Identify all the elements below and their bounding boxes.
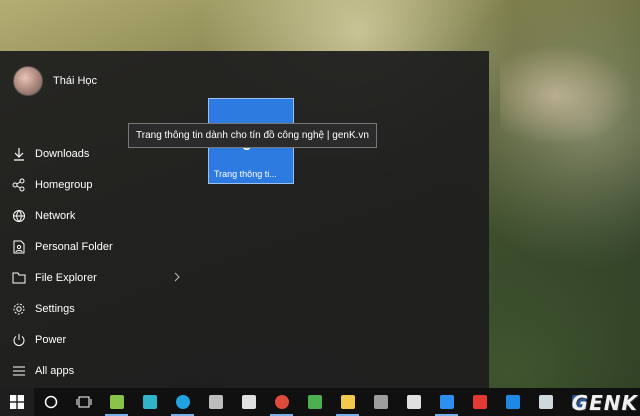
taskbar-app[interactable] [364,388,397,416]
user-account[interactable]: Thái Học [13,66,97,96]
cortana-icon [44,395,57,409]
network-icon [11,208,27,224]
menu-item-label: Settings [35,302,75,315]
taskbar-app[interactable] [100,388,133,416]
menu-item-file-explorer[interactable]: File Explorer [0,262,190,293]
taskbar-search-button[interactable] [34,388,67,416]
gv-icon [307,395,322,409]
menu-item-label: Power [35,333,67,346]
start-menu-list: Downloads Homegroup Network Personal Fol… [0,138,190,386]
taskbar-app[interactable] [397,388,430,416]
menu-item-label: File Explorer [35,271,97,284]
avatar [13,66,43,96]
link-icon [208,395,223,409]
taskbar-app[interactable] [232,388,265,416]
menu-item-power[interactable]: Power [0,324,190,355]
task-view-icon [76,396,91,408]
taskbar-app[interactable] [133,388,166,416]
taskbar-app[interactable] [430,388,463,416]
start-button[interactable] [0,388,34,416]
taskbar-app[interactable] [199,388,232,416]
menu-item-label: Homegroup [35,178,93,191]
homegroup-icon [11,177,27,193]
tool-icon [142,395,157,409]
menu-item-label: Downloads [35,147,90,160]
chrome-icon [274,395,289,409]
tooltip-text: Trang thông tin dành cho tín đồ công ngh… [136,130,369,141]
red-app-icon [472,395,487,409]
document-icon [538,395,553,409]
gear-icon [11,301,27,317]
green-app-icon [109,395,124,409]
windows-logo-icon [10,395,24,409]
genk-watermark: GENK [571,390,638,415]
power-icon [11,332,27,348]
taskbar [0,388,640,416]
tile-label: Trang thông ti... [214,169,277,179]
taskbar-app[interactable] [265,388,298,416]
menu-item-personal-folder[interactable]: Personal Folder [0,231,190,262]
skype-icon [175,395,190,409]
menu-item-label: All apps [35,364,75,377]
menu-item-network[interactable]: Network [0,200,190,231]
blue-app-icon [505,395,520,409]
personal-folder-icon [11,239,27,255]
edge-icon [439,395,454,409]
store-icon [241,395,256,409]
taskbar-app[interactable] [298,388,331,416]
file-explorer-icon [11,270,27,286]
mail-icon [406,395,421,409]
folder-icon [340,395,355,409]
user-name: Thái Học [53,75,98,87]
taskbar-app[interactable] [496,388,529,416]
menu-item-label: Personal Folder [35,240,113,253]
photo-icon [373,395,388,409]
menu-item-homegroup[interactable]: Homegroup [0,169,190,200]
desktop: Thái Học Downloads Homegroup Network Per… [0,0,640,416]
taskbar-app[interactable] [463,388,496,416]
tooltip: Trang thông tin dành cho tín đồ công ngh… [128,123,377,148]
wallpaper-figure [500,40,640,150]
all-apps-icon [11,363,27,379]
chevron-right-icon[interactable] [172,272,182,282]
taskbar-app[interactable] [331,388,364,416]
taskbar-app[interactable] [529,388,562,416]
menu-item-label: Network [35,209,76,222]
menu-item-all-apps[interactable]: All apps [0,355,190,386]
taskbar-app[interactable] [166,388,199,416]
menu-item-settings[interactable]: Settings [0,293,190,324]
download-icon [11,146,27,162]
taskbar-task-view-button[interactable] [67,388,100,416]
